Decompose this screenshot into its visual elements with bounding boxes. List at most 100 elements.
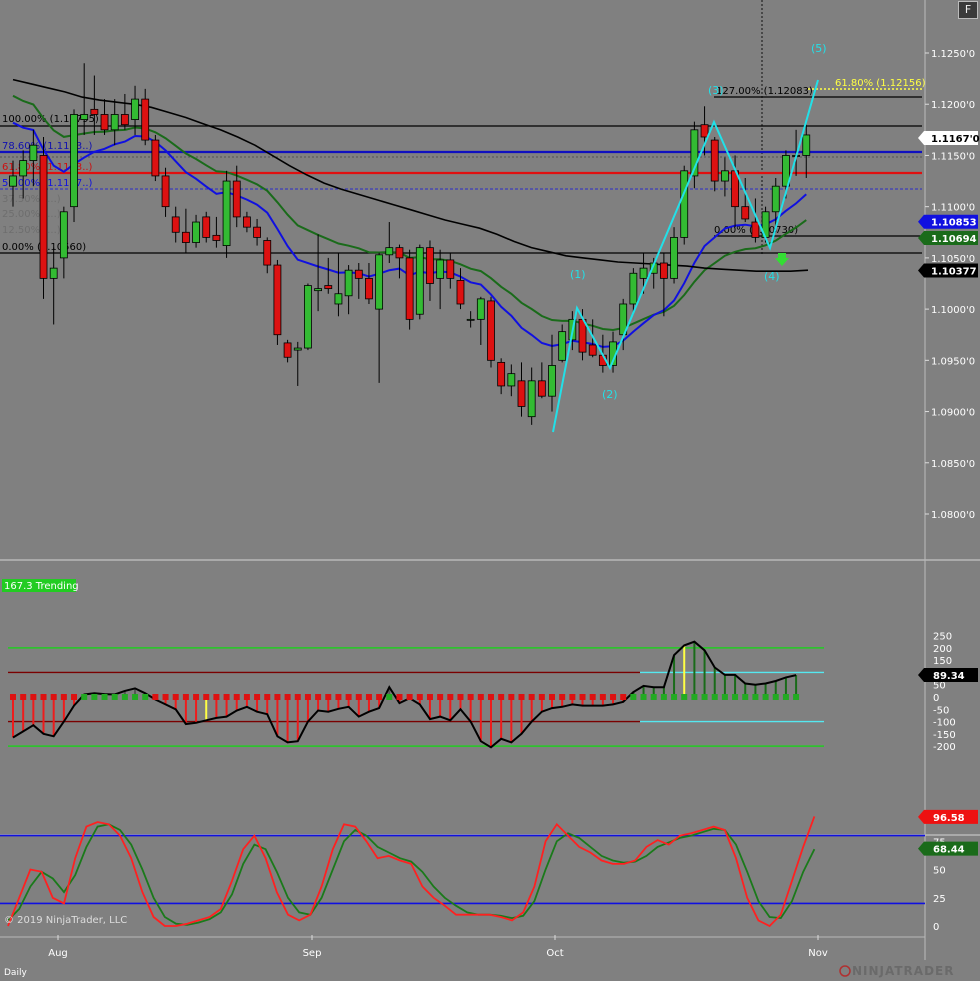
candle-body <box>100 114 109 131</box>
candle-body <box>771 185 780 213</box>
cci-zero-marker <box>721 694 728 700</box>
candle <box>721 157 729 197</box>
time-tick-label: Sep <box>303 948 322 959</box>
cci-zero-marker <box>599 694 606 700</box>
candle-body <box>700 124 709 138</box>
candle <box>120 93 129 130</box>
candle-body <box>181 231 190 243</box>
cci-zero-marker <box>752 694 759 700</box>
cci-tick-label: -150 <box>933 730 956 741</box>
cci-zero-marker <box>345 694 352 700</box>
candle <box>19 150 28 199</box>
candle-body <box>192 221 200 243</box>
cci-tick-label: -200 <box>933 742 956 753</box>
cci-zero-marker <box>284 694 291 700</box>
candle-body <box>365 277 373 300</box>
wave-label-1: (1) <box>570 268 586 281</box>
cci-zero-marker <box>203 694 210 700</box>
cci-zero-marker <box>325 694 332 700</box>
candle-body <box>304 285 312 349</box>
candle-body <box>558 331 567 361</box>
buy-arrow-icon <box>775 253 789 266</box>
cci-zero-marker <box>304 694 311 700</box>
candle-body <box>395 247 404 259</box>
candle <box>283 339 292 363</box>
candle-body <box>802 134 811 156</box>
candle-body <box>212 234 221 241</box>
elliott-wave-tool[interactable]: (1) (2) (3) (4) (5) <box>552 42 827 433</box>
cci-zero-marker <box>660 694 667 700</box>
cci-zero-marker <box>610 694 617 700</box>
cci-zero-marker <box>91 694 98 700</box>
price-label-tag: 1.1167'0 <box>918 131 980 146</box>
candle-body <box>537 380 546 397</box>
cci-zero-marker <box>386 694 393 700</box>
candle-body <box>263 240 272 266</box>
candle-body <box>202 216 211 238</box>
candle <box>334 252 343 317</box>
candle-body <box>426 247 434 284</box>
candle <box>70 109 78 223</box>
candle <box>171 206 180 243</box>
time-tick-label: Aug <box>48 948 68 959</box>
candle-body <box>456 280 465 305</box>
cci-zero-marker <box>10 694 16 700</box>
cci-panel: 167.3 Trending 250200150100500-50-100-15… <box>2 579 978 753</box>
candle <box>110 99 119 146</box>
chart-canvas[interactable]: 1.1250'0 1.1200'0 1.1150'0 1.1100'0 1.1050'0… <box>0 0 980 981</box>
cci-zero-marker <box>772 694 779 700</box>
candle-body <box>670 236 678 279</box>
cci-zero-marker <box>315 694 322 700</box>
cci-zero-marker <box>589 694 596 700</box>
stoch-tick-label: 0 <box>933 922 939 933</box>
candle-body <box>253 226 261 238</box>
wave-label-3: (3) <box>708 84 724 97</box>
cci-tick-label: 50 <box>933 681 946 692</box>
candle-body <box>466 318 475 321</box>
candle-body <box>385 247 394 256</box>
candle <box>263 237 272 274</box>
candle <box>527 367 536 425</box>
candle <box>304 283 312 351</box>
cci-zero-marker <box>294 694 301 700</box>
price-tick-label: 1.1100'0 <box>931 203 975 214</box>
cci-zero-marker <box>20 694 27 700</box>
cci-zero-marker <box>650 694 657 700</box>
cci-histogram <box>12 641 798 748</box>
cci-zero-marker <box>223 694 230 700</box>
cci-zero-marker <box>162 694 169 700</box>
cci-zero-marker <box>182 694 189 700</box>
candle-body <box>29 144 38 161</box>
candle <box>680 165 689 245</box>
price-tick-label: 1.1200'0 <box>931 100 975 111</box>
candle <box>273 259 282 345</box>
ext-label-618: 61.80% (1.12156) <box>835 78 926 89</box>
candle-body <box>446 259 455 279</box>
price-tick-label: 1.0900'0 <box>931 408 975 419</box>
cci-tick-label: -50 <box>933 705 949 716</box>
candle <box>487 296 495 368</box>
candle-body <box>90 108 99 115</box>
candle-body <box>629 272 638 305</box>
cci-zero-marker <box>782 694 789 700</box>
candle-body <box>273 264 282 336</box>
ext-label-127: 127.00% (1.12083) <box>716 86 813 97</box>
candle-body <box>507 373 516 387</box>
cci-zero-marker <box>508 694 515 700</box>
cci-tick-label: 150 <box>933 656 952 667</box>
candle <box>456 268 465 310</box>
candle <box>202 211 211 243</box>
candle <box>192 214 200 248</box>
cci-zero-marker <box>30 694 37 700</box>
chart-options-button[interactable]: F <box>958 1 978 19</box>
cci-line <box>12 640 797 749</box>
cci-zero-marker <box>396 694 403 700</box>
cci-zero-marker <box>71 694 78 700</box>
candle-body <box>232 180 241 218</box>
candle <box>375 252 384 383</box>
cci-tick-label: -100 <box>933 718 956 729</box>
candle-body <box>680 170 689 238</box>
candle-body <box>222 180 231 246</box>
candle-body <box>517 380 526 407</box>
candle <box>151 134 160 182</box>
